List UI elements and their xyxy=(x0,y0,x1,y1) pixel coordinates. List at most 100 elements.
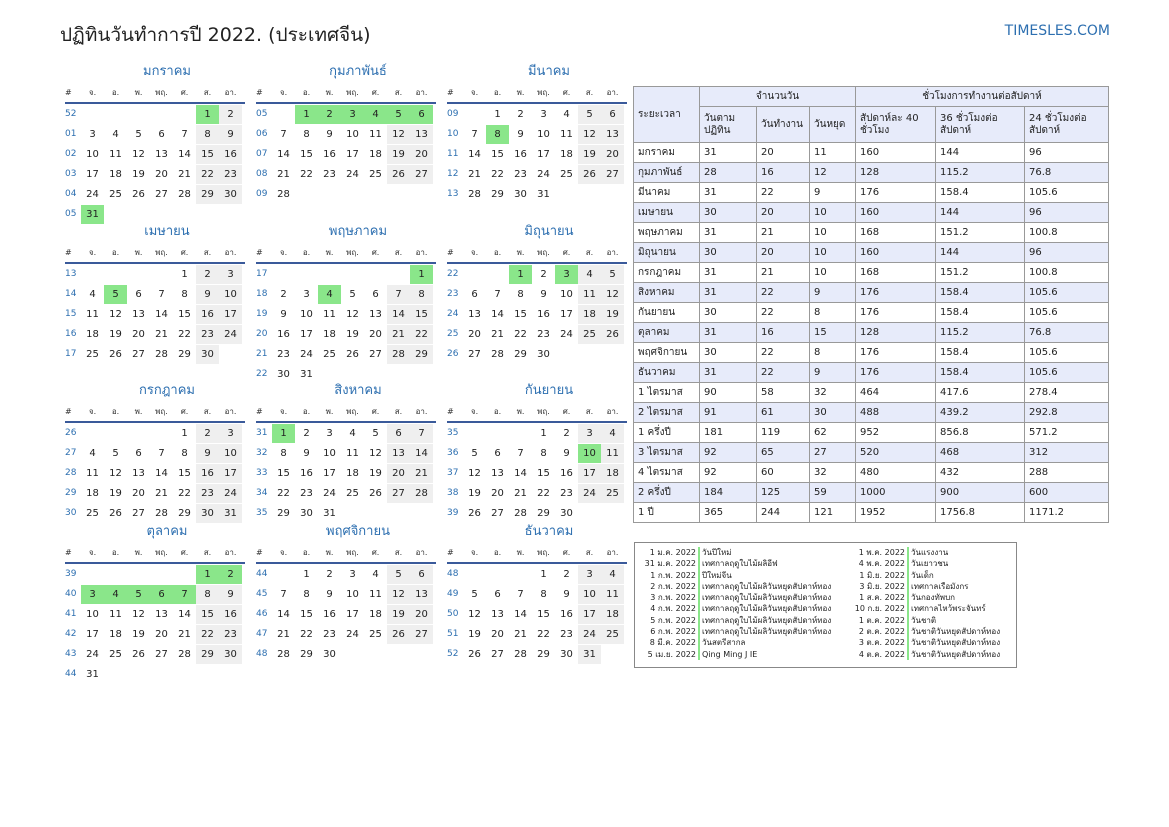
day-cell[interactable]: 3 xyxy=(295,285,318,304)
day-cell[interactable]: 6 xyxy=(410,105,433,124)
day-cell[interactable]: 8 xyxy=(272,444,295,463)
day-cell[interactable]: 21 xyxy=(150,484,173,503)
day-cell[interactable]: 12 xyxy=(463,464,486,483)
day-cell[interactable]: 24 xyxy=(219,325,242,344)
day-cell[interactable]: 3 xyxy=(555,265,578,284)
day-cell[interactable]: 20 xyxy=(486,484,509,503)
day-cell[interactable]: 6 xyxy=(364,285,387,304)
day-cell[interactable] xyxy=(127,265,150,284)
day-cell[interactable]: 10 xyxy=(578,444,601,463)
day-cell[interactable]: 4 xyxy=(318,285,341,304)
day-cell[interactable] xyxy=(601,504,624,523)
day-cell[interactable]: 17 xyxy=(532,145,555,164)
day-cell[interactable]: 5 xyxy=(127,125,150,144)
day-cell[interactable]: 9 xyxy=(318,125,341,144)
day-cell[interactable]: 23 xyxy=(295,484,318,503)
day-cell[interactable]: 7 xyxy=(150,285,173,304)
day-cell[interactable] xyxy=(104,424,127,443)
day-cell[interactable]: 19 xyxy=(463,625,486,644)
day-cell[interactable]: 5 xyxy=(387,105,410,124)
day-cell[interactable]: 19 xyxy=(127,625,150,644)
day-cell[interactable]: 4 xyxy=(364,565,387,584)
day-cell[interactable]: 8 xyxy=(532,444,555,463)
day-cell[interactable]: 16 xyxy=(509,145,532,164)
day-cell[interactable]: 30 xyxy=(318,645,341,664)
day-cell[interactable]: 21 xyxy=(272,625,295,644)
day-cell[interactable]: 30 xyxy=(295,504,318,523)
day-cell[interactable]: 14 xyxy=(173,605,196,624)
day-cell[interactable] xyxy=(364,645,387,664)
day-cell[interactable]: 28 xyxy=(150,504,173,523)
day-cell[interactable]: 9 xyxy=(272,305,295,324)
day-cell[interactable]: 7 xyxy=(173,125,196,144)
day-cell[interactable]: 1 xyxy=(295,565,318,584)
day-cell[interactable] xyxy=(387,185,410,204)
day-cell[interactable]: 30 xyxy=(532,345,555,364)
day-cell[interactable] xyxy=(173,565,196,584)
day-cell[interactable]: 13 xyxy=(150,145,173,164)
day-cell[interactable]: 11 xyxy=(318,305,341,324)
day-cell[interactable]: 17 xyxy=(318,464,341,483)
day-cell[interactable] xyxy=(127,424,150,443)
day-cell[interactable]: 26 xyxy=(127,645,150,664)
day-cell[interactable]: 1 xyxy=(173,265,196,284)
day-cell[interactable]: 14 xyxy=(272,145,295,164)
day-cell[interactable]: 21 xyxy=(173,625,196,644)
day-cell[interactable]: 18 xyxy=(81,325,104,344)
day-cell[interactable]: 14 xyxy=(509,464,532,483)
day-cell[interactable]: 7 xyxy=(509,585,532,604)
day-cell[interactable]: 26 xyxy=(578,165,601,184)
day-cell[interactable]: 3 xyxy=(532,105,555,124)
day-cell[interactable] xyxy=(104,665,127,684)
day-cell[interactable] xyxy=(509,424,532,443)
day-cell[interactable]: 5 xyxy=(463,585,486,604)
day-cell[interactable]: 11 xyxy=(364,585,387,604)
day-cell[interactable] xyxy=(601,345,624,364)
day-cell[interactable]: 2 xyxy=(196,424,219,443)
day-cell[interactable]: 1 xyxy=(486,105,509,124)
day-cell[interactable]: 3 xyxy=(341,105,364,124)
day-cell[interactable]: 28 xyxy=(173,645,196,664)
day-cell[interactable]: 26 xyxy=(601,325,624,344)
day-cell[interactable]: 23 xyxy=(272,345,295,364)
day-cell[interactable]: 2 xyxy=(272,285,295,304)
day-cell[interactable]: 27 xyxy=(127,504,150,523)
day-cell[interactable]: 13 xyxy=(486,605,509,624)
day-cell[interactable]: 17 xyxy=(295,325,318,344)
day-cell[interactable]: 1 xyxy=(196,565,219,584)
day-cell[interactable]: 7 xyxy=(272,585,295,604)
day-cell[interactable]: 18 xyxy=(364,605,387,624)
day-cell[interactable]: 26 xyxy=(387,625,410,644)
day-cell[interactable]: 24 xyxy=(81,185,104,204)
day-cell[interactable]: 25 xyxy=(555,165,578,184)
day-cell[interactable]: 6 xyxy=(150,125,173,144)
day-cell[interactable]: 31 xyxy=(219,504,242,523)
day-cell[interactable] xyxy=(150,665,173,684)
day-cell[interactable]: 24 xyxy=(341,625,364,644)
day-cell[interactable]: 17 xyxy=(555,305,578,324)
day-cell[interactable] xyxy=(486,265,509,284)
day-cell[interactable]: 17 xyxy=(81,165,104,184)
day-cell[interactable]: 15 xyxy=(173,305,196,324)
day-cell[interactable]: 11 xyxy=(555,125,578,144)
day-cell[interactable]: 31 xyxy=(318,504,341,523)
day-cell[interactable]: 23 xyxy=(509,165,532,184)
day-cell[interactable]: 24 xyxy=(295,345,318,364)
day-cell[interactable]: 11 xyxy=(104,605,127,624)
day-cell[interactable]: 30 xyxy=(196,504,219,523)
day-cell[interactable] xyxy=(387,265,410,284)
day-cell[interactable] xyxy=(219,665,242,684)
day-cell[interactable]: 10 xyxy=(295,305,318,324)
day-cell[interactable]: 8 xyxy=(410,285,433,304)
day-cell[interactable]: 16 xyxy=(219,145,242,164)
day-cell[interactable]: 22 xyxy=(196,165,219,184)
day-cell[interactable]: 18 xyxy=(578,305,601,324)
day-cell[interactable]: 13 xyxy=(463,305,486,324)
day-cell[interactable]: 3 xyxy=(318,424,341,443)
day-cell[interactable]: 6 xyxy=(127,444,150,463)
day-cell[interactable]: 15 xyxy=(272,464,295,483)
day-cell[interactable]: 26 xyxy=(463,645,486,664)
day-cell[interactable]: 17 xyxy=(578,464,601,483)
day-cell[interactable]: 6 xyxy=(150,585,173,604)
day-cell[interactable]: 5 xyxy=(387,565,410,584)
